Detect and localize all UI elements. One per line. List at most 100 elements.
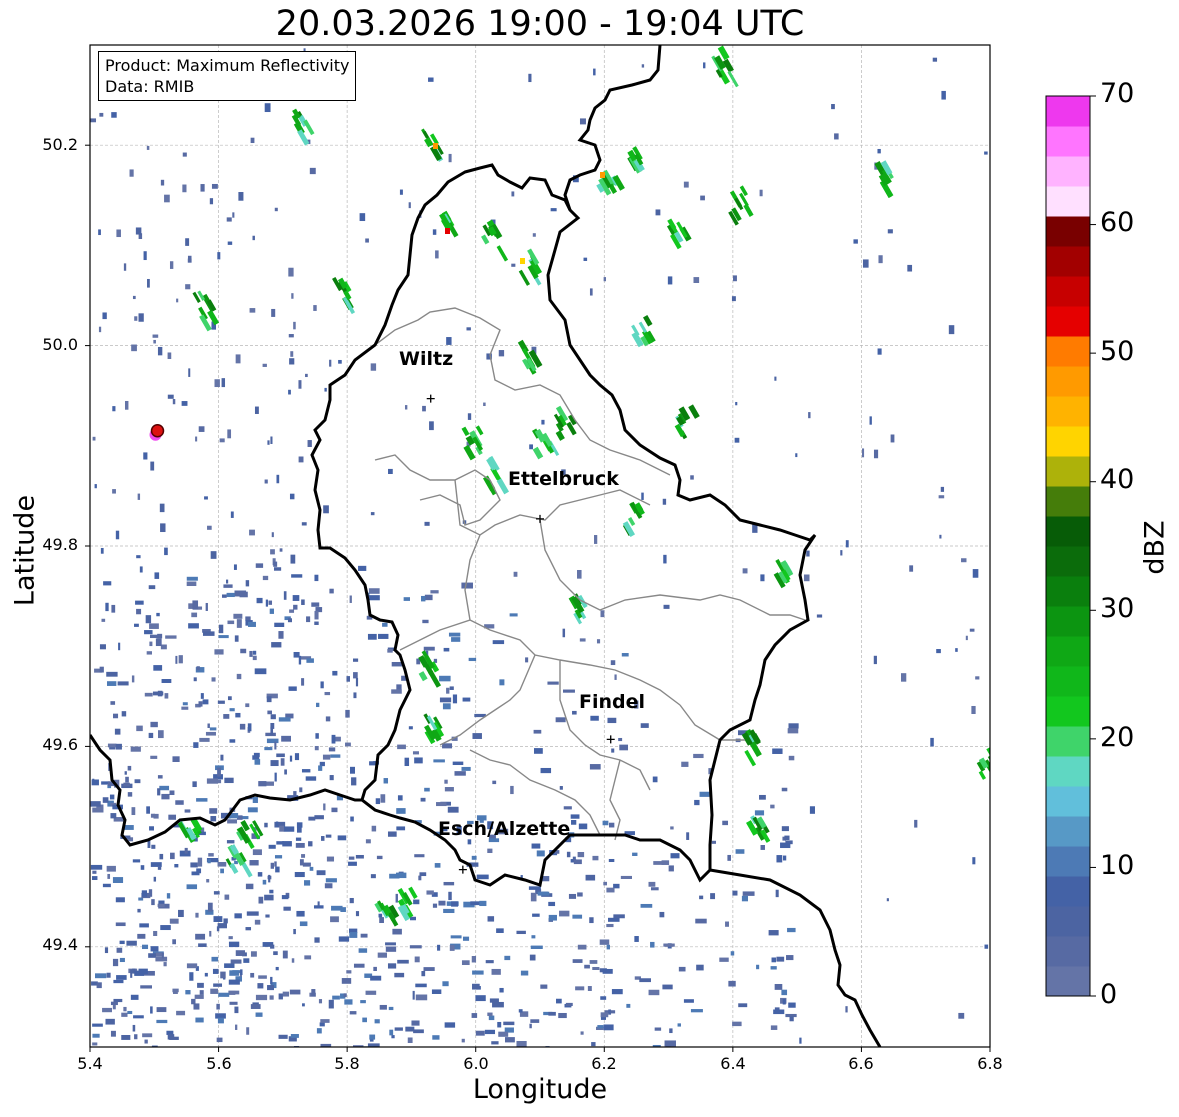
echo-pixel (462, 697, 471, 702)
echo-pixel (878, 255, 883, 264)
echo-pixel (424, 521, 430, 526)
echo-core (433, 143, 438, 149)
echo-pixel (243, 958, 250, 963)
colorbar-segment (1046, 966, 1090, 997)
echo-pixel (230, 959, 242, 964)
echo-pixel (634, 936, 639, 942)
echo-pixel (296, 910, 305, 917)
echo-pixel (92, 1042, 98, 1046)
echo-pixel (324, 387, 327, 392)
echo-pixel (346, 970, 352, 974)
echo-pixel (129, 169, 134, 177)
echo-pixel (565, 1002, 573, 1007)
echo-pixel (869, 416, 872, 425)
echo-pixel (380, 794, 386, 803)
echo-pixel (505, 1037, 515, 1043)
echo-pixel (193, 677, 197, 682)
echo-pixel (248, 621, 256, 627)
echo-pixel (210, 988, 218, 994)
echo-pixel (788, 1002, 796, 1008)
echo-pixel (414, 854, 425, 858)
echo-pixel (156, 612, 160, 617)
echo-pixel (298, 456, 304, 463)
echo-pixel (969, 628, 975, 632)
echo-pixel (175, 655, 178, 664)
echo-pixel (270, 862, 274, 869)
echo-pixel (197, 982, 204, 988)
echo-pixel (446, 337, 452, 345)
echo-pixel (305, 776, 317, 781)
echo-pixel (533, 748, 543, 754)
echo-pixel (145, 615, 152, 624)
echo-pixel (632, 852, 638, 856)
echo-pixel (293, 321, 296, 330)
echo-pixel (530, 892, 537, 902)
echo-pixel (252, 235, 255, 241)
echo-pixel (144, 1039, 148, 1044)
echo-pixel (116, 975, 127, 980)
echo-pixel (142, 1033, 153, 1038)
echo-pixel (160, 925, 171, 931)
echo-pixel (485, 960, 494, 964)
echo-pixel (181, 706, 189, 710)
echo-pixel (302, 862, 311, 867)
echo-pixel (772, 748, 783, 754)
echo-pixel (325, 878, 337, 883)
echo-pixel (227, 241, 233, 245)
echo-pixel (320, 1043, 332, 1047)
colorbar-segment (1046, 576, 1090, 607)
echo-pixel (111, 604, 116, 613)
echo-pixel (214, 379, 220, 388)
echo-pixel (189, 972, 194, 981)
echo-pixel (719, 957, 729, 962)
echo-pixel (172, 939, 177, 945)
echo-pixel (275, 966, 279, 971)
echo-pixel (257, 872, 263, 877)
colorbar-segment (1046, 696, 1090, 727)
echo-pixel (873, 449, 879, 459)
echo-pixel (620, 875, 632, 879)
echo-pixel (267, 440, 270, 445)
echo-pixel (662, 984, 673, 990)
echo-pixel (391, 689, 402, 694)
echo-pixel (422, 619, 429, 624)
echo-pixel (90, 864, 103, 870)
echo-pixel (862, 448, 865, 458)
echo-pixel (613, 914, 625, 919)
echo-pixel (167, 394, 174, 399)
echo-pixel (304, 955, 312, 960)
echo-pixel (246, 1027, 250, 1035)
echo-pixel (295, 842, 305, 848)
echo-pixel (532, 233, 536, 237)
echo-pixel (220, 868, 224, 874)
echo-pixel (249, 308, 256, 313)
echo-pixel (270, 726, 274, 736)
echo-pixel (499, 987, 504, 993)
echo-pixel (107, 743, 117, 748)
echo-pixel (771, 957, 777, 963)
echo-pixel (245, 703, 250, 708)
echo-pixel (115, 743, 122, 750)
echo-pixel (211, 956, 219, 962)
colorbar-segment (1046, 276, 1090, 307)
echo-pixel (694, 799, 700, 806)
echo-pixel (467, 413, 472, 420)
echo-pixel (566, 851, 571, 858)
echo-pixel (250, 137, 255, 144)
echo-pixel (153, 665, 163, 671)
echo-pixel (130, 746, 141, 752)
echo-pixel (301, 854, 306, 858)
echo-pixel (168, 814, 177, 820)
echo-pixel (234, 1006, 239, 1014)
echo-pixel (197, 857, 203, 867)
echo-pixel (288, 686, 297, 691)
echo-pixel (252, 849, 262, 856)
echo-pixel (127, 1010, 133, 1015)
echo-pixel (137, 493, 141, 500)
echo-pixel (727, 854, 731, 861)
echo-pixel (770, 1025, 778, 1030)
echo-pixel (178, 909, 184, 918)
echo-pixel (449, 944, 455, 951)
echo-pixel (648, 881, 656, 887)
echo-pixel (90, 801, 101, 807)
